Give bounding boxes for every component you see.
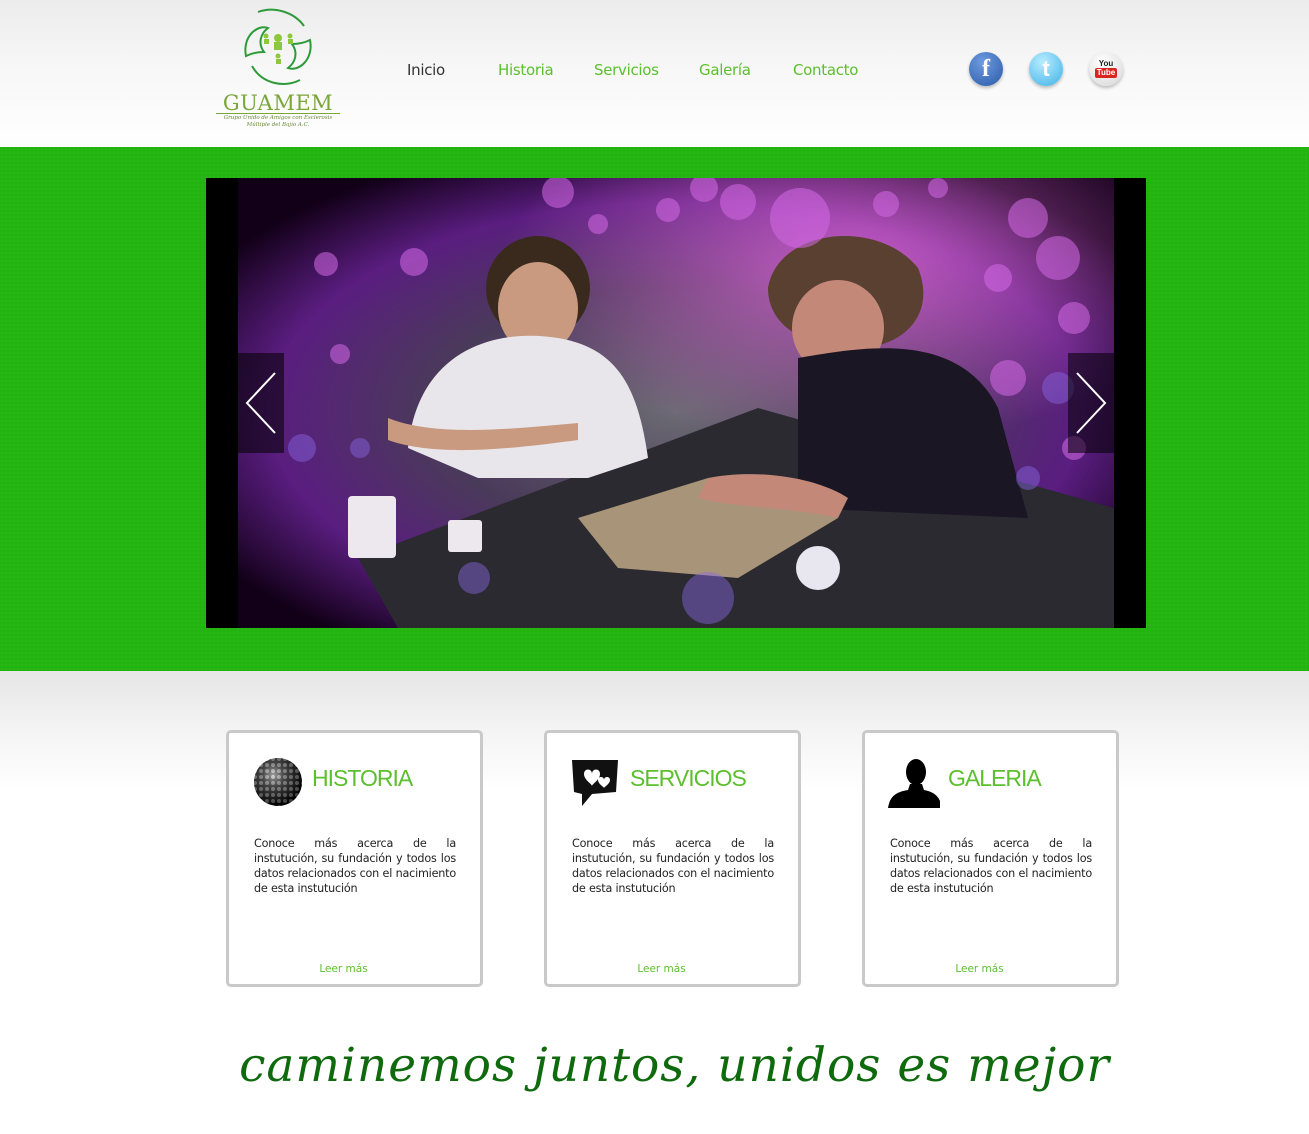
globe-sphere-icon <box>254 758 302 806</box>
youtube-icon[interactable]: You Tube <box>1089 52 1123 86</box>
card-text: Conoce más acerca de la instutución, su … <box>254 837 456 895</box>
nav-servicios[interactable]: Servicios <box>594 61 659 79</box>
slide-photo-graphic <box>238 178 1114 628</box>
nav-historia[interactable]: Historia <box>498 61 554 79</box>
read-more-link[interactable]: Leer más <box>547 963 776 975</box>
card-title: GALERIA <box>948 765 1042 791</box>
card-historia: HISTORIA Conoce más acerca de la instutu… <box>226 730 483 987</box>
nav-inicio[interactable]: Inicio <box>407 61 445 79</box>
card-servicios: SERVICIOS Conoce más acerca de la instut… <box>544 730 801 987</box>
nav-galeria[interactable]: Galería <box>699 61 751 79</box>
hearts-chat-icon <box>572 760 618 806</box>
card-text: Conoce más acerca de la instutución, su … <box>572 837 774 895</box>
nav-contacto[interactable]: Contacto <box>793 61 858 79</box>
logo[interactable]: GUAMEM Grupo Unido de Amigos con Esclero… <box>212 6 344 134</box>
tagline: caminemos juntos, unidos es mejor <box>239 1038 1110 1093</box>
youtube-tube: Tube <box>1094 68 1118 78</box>
card-galeria: GALERIA Conoce más acerca de la instutuc… <box>862 730 1119 987</box>
slide-photo <box>238 178 1114 628</box>
card-title: SERVICIOS <box>630 765 747 791</box>
card-title: HISTORIA <box>312 765 413 791</box>
facebook-icon[interactable]: f <box>969 52 1003 86</box>
youtube-you: You <box>1098 59 1114 68</box>
slider-next-button[interactable] <box>1068 353 1114 453</box>
facebook-glyph: f <box>982 55 990 82</box>
card-text: Conoce más acerca de la instutución, su … <box>890 837 1092 895</box>
twitter-icon[interactable]: t <box>1029 52 1063 86</box>
read-more-link[interactable]: Leer más <box>229 963 458 975</box>
chevron-left-icon <box>245 372 276 434</box>
hero-section <box>0 147 1309 671</box>
twitter-glyph: t <box>1042 56 1050 81</box>
read-more-link[interactable]: Leer más <box>865 963 1094 975</box>
person-silhouette-icon <box>888 759 940 808</box>
chevron-right-icon <box>1076 372 1107 434</box>
logo-divider <box>216 113 340 114</box>
logo-subtitle: Grupo Unido de Amigos con Esclerosis Múl… <box>223 115 333 128</box>
slider-prev-button[interactable] <box>238 353 284 453</box>
hands-people-logo-icon <box>244 8 312 85</box>
image-slider[interactable] <box>206 178 1146 628</box>
site-header: GUAMEM Grupo Unido de Amigos con Esclero… <box>0 0 1309 147</box>
logo-name: GUAMEM <box>222 91 334 115</box>
